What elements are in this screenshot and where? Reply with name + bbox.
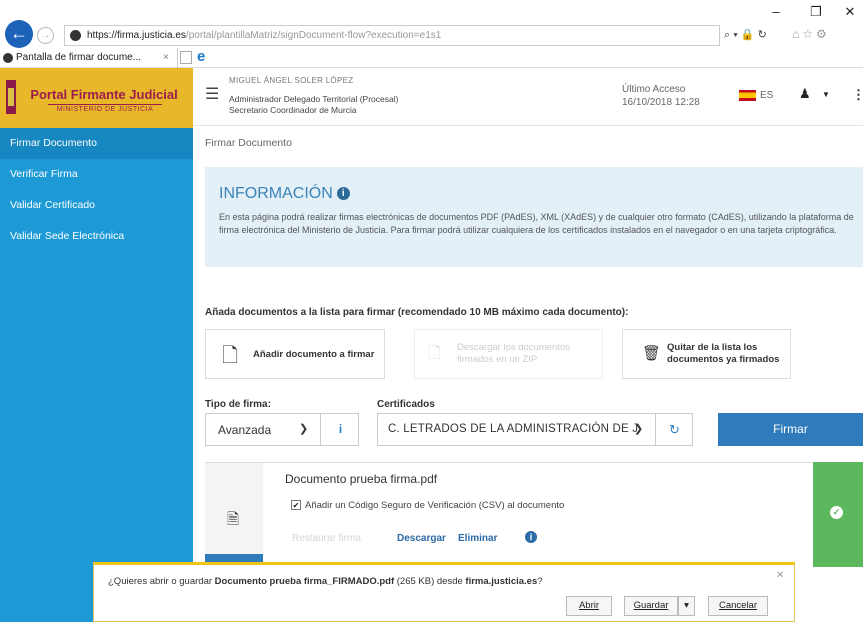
- back-arrow-icon[interactable]: ←: [5, 20, 33, 48]
- info-panel: INFORMACIÓN i En esta página podrá realiz…: [205, 167, 863, 267]
- info-text: En esta página podrá realizar firmas ele…: [219, 212, 854, 235]
- remove-signed-label-2: documentos ya firmados: [667, 354, 780, 365]
- user-role: Administrador Delegado Territorial (Proc…: [229, 94, 399, 104]
- portal-logo[interactable]: Portal Firmante Judicial MINISTERIO DE J…: [0, 68, 193, 128]
- certificates-label: Certificados: [377, 399, 435, 410]
- document-name: Documento prueba firma.pdf: [285, 472, 438, 486]
- open-button[interactable]: Abrir: [566, 596, 612, 616]
- chevron-down-icon[interactable]: ❯: [299, 422, 308, 435]
- info-icon: i: [336, 187, 350, 200]
- document-item: 🗎 Documento prueba firma.pdf ✔ Añadir un …: [205, 462, 813, 568]
- browser-tab[interactable]: Pantalla de firmar docume... ×: [0, 48, 178, 68]
- certificate-select[interactable]: C. LETRADOS DE LA ADMINISTRACIÓN DE J ❯ …: [377, 413, 693, 446]
- download-message: ¿Quieres abrir o guardar Documento prueb…: [108, 576, 543, 587]
- info-icon[interactable]: i: [525, 531, 537, 543]
- settings-gear-icon[interactable]: ⚙: [816, 27, 830, 41]
- user-icon[interactable]: ♟: [799, 86, 811, 102]
- chevron-down-icon[interactable]: ❯: [634, 422, 643, 435]
- download-size: (265 KB) desde: [394, 576, 466, 587]
- flag-emblem-icon: [6, 80, 16, 114]
- user-name: MIGUEL ÁNGEL SOLER LÓPEZ: [229, 76, 354, 85]
- tab-close-icon[interactable]: ×: [163, 48, 169, 67]
- download-zip-label-2: firmados en un ZIP: [457, 354, 538, 365]
- signature-info-icon[interactable]: i: [320, 414, 360, 445]
- pdf-file-icon: 🗎: [227, 511, 240, 528]
- close-notification-icon[interactable]: ✕: [776, 570, 784, 581]
- new-tab-button[interactable]: [180, 51, 192, 64]
- add-document-label: Añadir documento a firmar: [253, 349, 375, 360]
- favicon-icon: [3, 53, 13, 63]
- cancel-button-label: Cancelar: [718, 600, 758, 611]
- sidebar-item-validar-sede[interactable]: Validar Sede Electrónica: [0, 221, 193, 252]
- language-selector[interactable]: ES: [760, 90, 773, 101]
- certificate-value: C. LETRADOS DE LA ADMINISTRACIÓN DE J: [388, 423, 639, 435]
- remove-signed-button[interactable]: 🗑 Quitar de la lista los documentos ya f…: [622, 329, 791, 379]
- tab-strip: Pantalla de firmar docume... × e: [0, 48, 863, 68]
- last-access-value: 16/10/2018 12:28: [622, 97, 700, 108]
- document-thumb: 🗎: [205, 463, 263, 568]
- add-file-icon: 🗋: [222, 345, 239, 367]
- sidebar: Portal Firmante Judicial MINISTERIO DE J…: [0, 68, 193, 622]
- home-icon[interactable]: ⌂: [792, 27, 802, 41]
- signed-status: ✓: [813, 462, 863, 567]
- remove-signed-label-1: Quitar de la lista los: [667, 342, 758, 353]
- download-suffix: ?: [537, 576, 543, 587]
- csv-checkbox[interactable]: ✔: [291, 500, 301, 510]
- signature-type-value: Avanzada: [218, 423, 272, 437]
- signature-type-label: Tipo de firma:: [205, 399, 271, 410]
- sidebar-item-validar-certificado[interactable]: Validar Certificado: [0, 190, 193, 221]
- app-header: ☰ MIGUEL ÁNGEL SOLER LÓPEZ Administrador…: [193, 68, 863, 126]
- url-host: https://firma.justicia.es: [87, 30, 186, 41]
- sidebar-item-verificar[interactable]: Verificar Firma: [0, 159, 193, 190]
- download-source: firma.justicia.es: [465, 576, 538, 587]
- caret-down-icon[interactable]: ▼: [822, 90, 830, 99]
- download-notification: ¿Quieres abrir o guardar Documento prueb…: [93, 562, 795, 622]
- add-documents-title: Añada documentos a la lista para firmar …: [205, 307, 629, 318]
- address-tools[interactable]: ⌕ ▾ 🔒 ↻: [724, 28, 767, 42]
- ie-logo-icon: e: [197, 48, 206, 65]
- sidebar-item-firmar[interactable]: Firmar Documento: [0, 128, 193, 159]
- save-options-dropdown[interactable]: ▾: [678, 596, 695, 616]
- logo-subtitle: MINISTERIO DE JUSTICIA: [48, 104, 162, 114]
- url-path: /portal/plantillaMatriz/signDocument-flo…: [185, 30, 442, 41]
- zip-file-icon: 🗋: [428, 345, 441, 362]
- download-zip-button[interactable]: 🗋 Descargar los documentos firmados en u…: [414, 329, 603, 379]
- info-title-text: INFORMACIÓN: [219, 185, 333, 202]
- restore-signature-link: Restaurar firma: [292, 533, 361, 544]
- trash-icon: 🗑: [642, 345, 662, 362]
- tab-title: Pantalla de firmar docume...: [16, 52, 142, 63]
- browser-toolbar-icons[interactable]: ⌂☆⚙: [792, 27, 830, 41]
- signature-type-select[interactable]: Avanzada ❯ i: [205, 413, 359, 446]
- spain-flag-icon[interactable]: [739, 90, 756, 101]
- favorites-star-icon[interactable]: ☆: [802, 27, 816, 41]
- logo-title: Portal Firmante Judicial: [30, 87, 178, 102]
- last-access-label: Último Acceso: [622, 84, 686, 95]
- check-icon: ✓: [830, 506, 843, 519]
- user-position: Secretario Coordinador de Murcia: [229, 105, 357, 115]
- refresh-icon[interactable]: ↻: [655, 414, 693, 445]
- more-vertical-icon[interactable]: ⋮: [852, 87, 863, 103]
- cancel-button[interactable]: Cancelar: [708, 596, 768, 616]
- download-file-name: Documento prueba firma_FIRMADO.pdf: [214, 576, 395, 587]
- sign-button[interactable]: Firmar: [718, 413, 863, 446]
- hamburger-menu-icon[interactable]: ☰: [205, 84, 219, 104]
- add-document-button[interactable]: 🗋 Añadir documento a firmar: [205, 329, 385, 379]
- forward-arrow-icon[interactable]: →: [37, 27, 54, 44]
- csv-option[interactable]: ✔ Añadir un Código Seguro de Verificación…: [291, 500, 564, 511]
- lock-icon: [70, 30, 81, 41]
- csv-label: Añadir un Código Seguro de Verificación …: [305, 500, 565, 511]
- save-button-label: Guardar: [633, 600, 669, 611]
- download-prefix: ¿Quieres abrir o guardar: [108, 576, 215, 587]
- delete-link[interactable]: Eliminar: [458, 533, 497, 544]
- info-title: INFORMACIÓN i: [219, 185, 350, 203]
- address-bar[interactable]: https://firma.justicia.es/portal/plantil…: [64, 25, 720, 46]
- breadcrumb: Firmar Documento: [205, 137, 292, 149]
- download-zip-label-1: Descargar los documentos: [457, 342, 570, 353]
- download-link[interactable]: Descargar: [397, 533, 446, 544]
- save-button[interactable]: Guardar: [624, 596, 678, 616]
- open-button-label: Abrir: [578, 600, 600, 611]
